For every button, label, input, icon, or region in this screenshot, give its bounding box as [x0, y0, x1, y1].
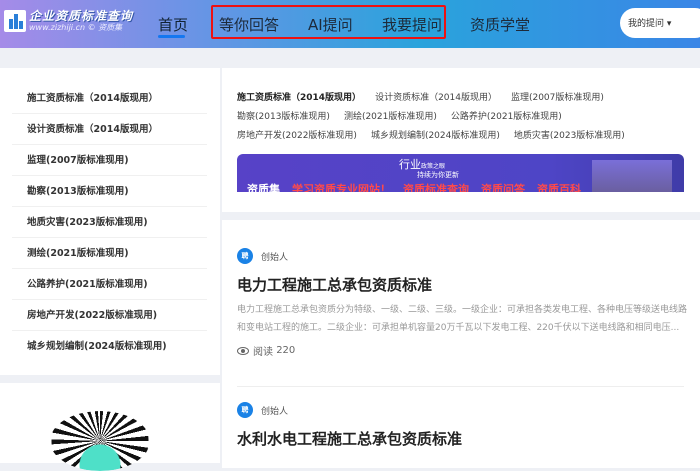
my-questions-label: 我的提问	[628, 19, 665, 29]
nav-academy[interactable]: 资质学堂	[470, 14, 530, 35]
tag[interactable]: 地质灾害(2023版标准现用)	[514, 131, 625, 141]
article-card[interactable]: 聘创始人 电力工程施工总承包资质标准 电力工程施工总承包资质分为特级、一级、二级…	[237, 248, 687, 358]
avatar: 聘	[237, 248, 253, 264]
logo-title: 企业资质标准查询	[29, 9, 134, 23]
avatar: 聘	[237, 402, 253, 418]
banner-brand: 资质集	[247, 183, 280, 192]
sidebar-item[interactable]: 施工资质标准（2014版现用）	[12, 83, 207, 114]
banner-slogan: 资质问答	[481, 183, 525, 192]
sidebar-item[interactable]: 房地产开发(2022版标准现用)	[12, 300, 207, 331]
sidebar-item[interactable]: 监理(2007版标准现用)	[12, 145, 207, 176]
banner-slogan: 学习资质专业网站！	[292, 183, 391, 192]
author-name[interactable]: 创始人	[261, 250, 288, 263]
tag[interactable]: 监理(2007版标准现用)	[511, 93, 604, 103]
article-title[interactable]: 水利水电工程施工总承包资质标准	[237, 428, 687, 449]
sidebar-item[interactable]: 地质灾害(2023版标准现用)	[12, 207, 207, 238]
tag[interactable]: 城乡规划编制(2024版标准现用)	[371, 131, 500, 141]
author-name[interactable]: 创始人	[261, 404, 288, 417]
site-logo[interactable]: 企业资质标准查询 www.zizhiji.cn © 资质集	[4, 10, 133, 32]
tag[interactable]: 测绘(2021版标准现用)	[344, 112, 437, 122]
sidebar-item[interactable]: 城乡规划编制(2024版标准现用)	[12, 331, 207, 362]
banner-slogan: 资质百科	[537, 183, 581, 192]
logo-icon	[4, 10, 26, 32]
article-excerpt: 电力工程施工总承包资质分为特级、一级、二级、三级。一级企业：可承担各类发电工程、…	[237, 305, 688, 333]
nav-home[interactable]: 首页	[158, 14, 188, 35]
read-count: 220	[276, 345, 296, 356]
banner-line1-small: 政策之眼	[421, 163, 446, 170]
read-label: 阅读	[253, 347, 273, 358]
sidebar-item[interactable]: 测绘(2021版标准现用)	[12, 238, 207, 269]
highlight-box	[211, 5, 446, 39]
banner-line2: 持续为你更新	[417, 171, 459, 179]
qr-panel	[0, 383, 220, 471]
my-questions-dropdown[interactable]: 我的提问 ▾	[620, 8, 700, 38]
eye-icon	[237, 346, 249, 355]
tag[interactable]: 公路养护(2021版标准现用)	[451, 112, 562, 122]
nav-active-indicator	[158, 35, 185, 38]
building-image	[592, 160, 672, 192]
article-card[interactable]: 聘创始人 水利水电工程施工总承包资质标准	[237, 402, 687, 449]
caret-down-icon: ▾	[666, 19, 672, 29]
tag[interactable]: 设计资质标准（2014版现用）	[375, 93, 497, 103]
logo-brand: 资质集	[98, 23, 123, 32]
promo-banner[interactable]: 行业政策之眼 持续为你更新 资质集 学习资质专业网站！ 资质标准查询 资质问答 资质百科	[237, 154, 684, 192]
tag[interactable]: 施工资质标准（2014版现用）	[237, 93, 361, 103]
mini-program-qr-code	[50, 411, 150, 471]
divider	[237, 386, 684, 387]
category-tags: 施工资质标准（2014版现用） 设计资质标准（2014版现用） 监理(2007版标准…	[237, 90, 697, 147]
sidebar-item[interactable]: 勘察(2013版标准现用)	[12, 176, 207, 207]
section-gap	[222, 212, 700, 220]
tag[interactable]: 勘察(2013版标准现用)	[237, 112, 330, 122]
main-content: 施工资质标准（2014版现用） 设计资质标准（2014版现用） 监理(2007版标准…	[222, 68, 700, 468]
article-title[interactable]: 电力工程施工总承包资质标准	[237, 274, 687, 295]
sidebar-item[interactable]: 设计资质标准（2014版现用）	[12, 114, 207, 145]
logo-url: www.zizhiji.cn	[29, 23, 86, 32]
banner-slogan: 资质标准查询	[403, 183, 469, 192]
top-header: 企业资质标准查询 www.zizhiji.cn © 资质集 首页 等你回答 AI…	[0, 0, 700, 48]
sidebar-item[interactable]: 公路养护(2021版标准现用)	[12, 269, 207, 300]
tag[interactable]: 房地产开发(2022版标准现用)	[237, 131, 357, 141]
category-sidebar: 施工资质标准（2014版现用） 设计资质标准（2014版现用） 监理(2007版…	[0, 68, 220, 375]
